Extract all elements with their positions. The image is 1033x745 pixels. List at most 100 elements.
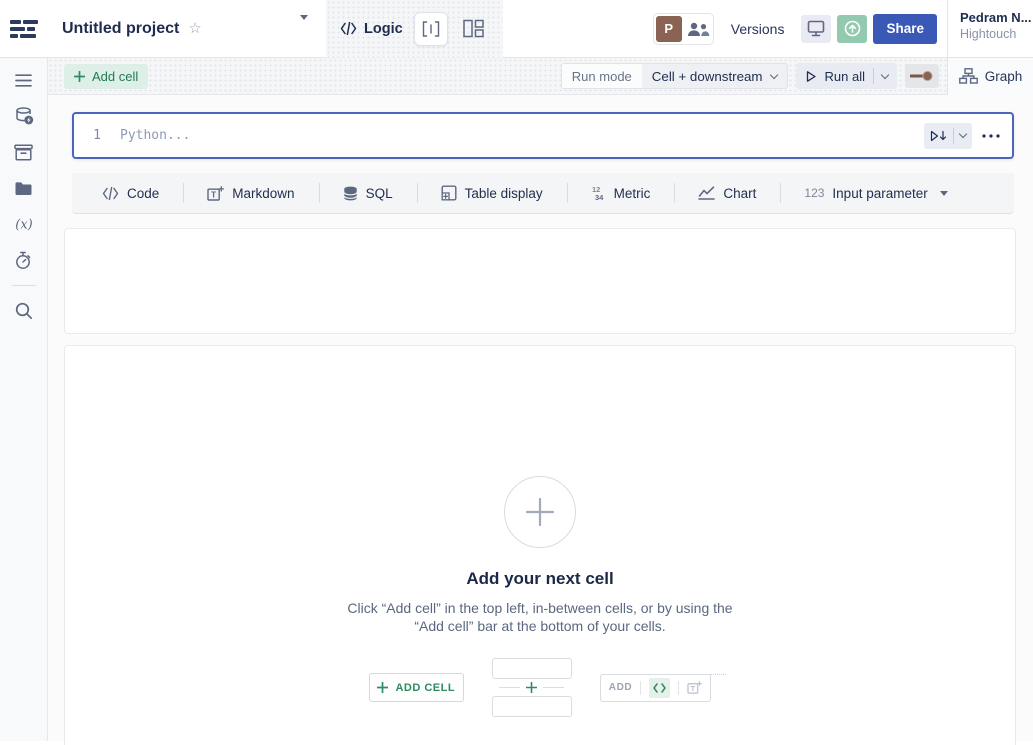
graph-icon [959,68,978,84]
sidebar-item-search[interactable] [0,292,48,328]
run-mode-label: Run mode [562,64,642,88]
upload-circle-icon [844,20,861,37]
add-cell-illustrations: ADD CELL ADD [369,658,711,717]
cell-type-input-parameter[interactable]: 123 Input parameter [780,173,971,213]
run-all-button[interactable]: Run all [796,63,897,89]
add-cell-mock-label: ADD CELL [395,682,455,694]
run-mode-control: Run mode Cell + downstream [561,63,788,89]
view-tabs: Logic [326,0,503,58]
add-bar-markdown-chip[interactable]: T [687,681,702,694]
share-button[interactable]: Share [873,14,937,44]
sidebar-item-snippets[interactable] [0,134,48,170]
chevron-down-icon [300,15,308,37]
people-icon [685,21,711,37]
code-editor-placeholder[interactable]: Python... [120,128,190,143]
run-mode-select[interactable]: Cell + downstream [642,64,787,88]
compute-toggle-button[interactable] [905,64,939,88]
add-next-cell-circle[interactable] [504,476,576,548]
add-bar-code-chip[interactable] [649,678,670,698]
code-icon [340,22,357,35]
versions-link[interactable]: Versions [731,21,785,37]
notebook-view-button[interactable] [414,12,448,46]
play-icon [805,70,817,83]
notebook-toolbar: Add cell Run mode Cell + downstream Run … [48,58,1033,95]
page-title[interactable]: Untitled project [62,20,179,38]
user-panel[interactable]: Pedram N... Hightouch [947,0,1033,58]
graph-button[interactable]: Graph [947,58,1033,95]
add-bar-divider [640,681,641,695]
monitor-icon [807,20,825,37]
database-bolt-icon [14,106,34,126]
cell-menu-button[interactable] [982,134,1000,138]
cell-type-label: Code [127,186,159,201]
empty-state-description-line1: Click “Add cell” in the top left, in-bet… [347,600,732,616]
add-bar-divider [678,681,679,695]
cell-type-table-display[interactable]: Table display [417,173,567,213]
publish-button[interactable] [837,15,867,43]
archive-box-icon [14,144,33,161]
menu-icon [15,74,32,87]
cell-type-markdown[interactable]: T Markdown [183,173,318,213]
app-layout-view-button[interactable] [459,12,489,46]
sidebar-item-files[interactable] [0,170,48,206]
run-all-label: Run all [825,69,865,84]
plus-icon [377,682,388,693]
cell-actions [924,123,1012,149]
markdown-icon: T [207,186,224,201]
cell-type-label: Markdown [232,186,294,201]
sidebar-item-data-sources[interactable] [0,98,48,134]
table-display-icon [441,185,457,201]
sidebar-item-outline[interactable] [0,62,48,98]
cell-type-code[interactable]: Code [78,173,183,213]
sidebar-divider [12,285,36,286]
app-logo[interactable] [0,0,48,58]
sidebar-item-scheduled-runs[interactable] [0,242,48,278]
star-icon[interactable]: ☆ [188,21,201,36]
empty-state-description-line2: “Add cell” bar at the bottom of your cel… [414,618,665,634]
chevron-down-icon [769,70,777,78]
avatar[interactable]: P [656,16,682,42]
add-cell-bar-illustration[interactable]: ADD T [600,674,711,702]
add-cell-label: Add cell [92,69,138,84]
next-cell-panel: Add your next cell Click “Add cell” in t… [64,345,1016,745]
cell-type-label: Table display [465,186,543,201]
slider-handle-icon [910,69,934,83]
code-icon [102,187,119,200]
chevron-down-icon[interactable] [959,130,967,138]
run-all-divider [873,68,874,84]
cell-type-sql[interactable]: SQL [319,173,417,213]
app-header: Untitled project ☆ Logic [0,0,1033,58]
present-button[interactable] [801,15,831,43]
empty-state-title: Add your next cell [466,569,613,589]
sidebar-item-variables[interactable]: (x) [0,206,48,242]
mock-line-right [543,687,564,688]
line-number: 1 [74,128,120,143]
cell-type-metric[interactable]: 12 34 Metric [567,173,675,213]
collaborators-pill[interactable]: P [653,13,714,45]
chevron-down-icon [940,191,948,196]
plus-icon [525,497,555,527]
run-cell-button[interactable] [924,123,972,149]
tab-logic[interactable]: Logic [340,21,403,37]
plus-icon [74,71,85,82]
variables-icon: (x) [12,215,36,233]
mock-insert-row[interactable] [499,679,564,696]
project-menu-caret[interactable] [300,20,308,38]
input-parameter-123: 123 [804,186,824,200]
cell-type-chart[interactable]: Chart [674,173,780,213]
cell-type-label: Chart [723,186,756,201]
chevron-down-icon[interactable] [881,70,889,78]
add-cell-mock-button[interactable]: ADD CELL [369,673,464,702]
database-icon [343,186,358,201]
cell-type-label: Input parameter [832,186,927,201]
project-title-area[interactable]: Untitled project ☆ [48,20,326,38]
add-cell-button[interactable]: Add cell [64,64,148,89]
run-downstream-icon [930,130,947,142]
user-name: Pedram N... [960,10,1033,25]
cell-type-label: Metric [614,186,651,201]
stopwatch-icon [14,251,33,270]
ellipsis-icon [982,134,1000,138]
user-org: Hightouch [960,27,1033,41]
code-cell[interactable]: 1 Python... [72,112,1014,159]
folder-icon [14,181,33,196]
